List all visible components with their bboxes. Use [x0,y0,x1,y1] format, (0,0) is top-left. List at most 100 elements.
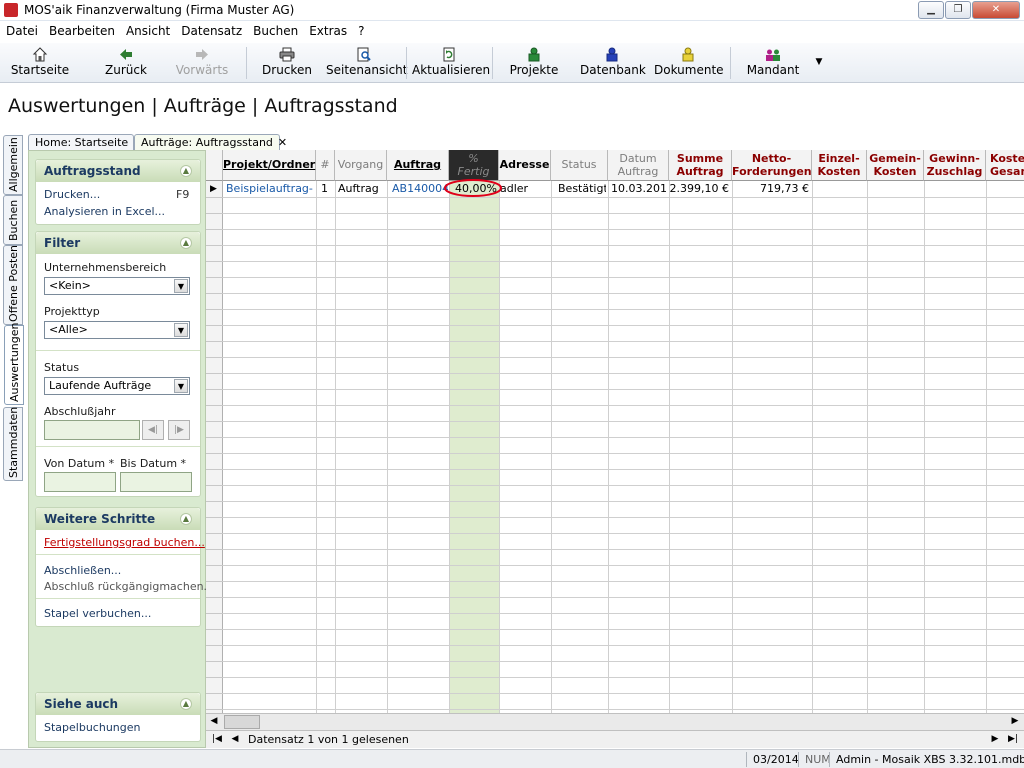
vtab-auswertungen[interactable]: Auswertungen [4,323,24,405]
header-order-date[interactable]: Datum Auftrag [608,150,669,181]
scroll-left-icon[interactable]: ◀ [207,714,221,729]
header-address[interactable]: Adresse [499,150,551,181]
status-bar: 03/2014 NUM Admin - Mosaik XBS 3.32.101.… [0,749,1024,768]
status-select[interactable]: Laufende Aufträge ▼ [44,377,190,395]
header-single-costs[interactable]: Einzel- Kosten [812,150,867,181]
next-year-icon[interactable]: |▶ [168,420,190,440]
grid-row-line [223,229,1024,230]
chevron-down-icon[interactable]: ▼ [174,323,188,337]
printer-icon [279,47,295,62]
menu-help[interactable]: ? [352,21,369,38]
row-selector-line [206,693,223,694]
panel-header[interactable]: Filter ▲ [36,232,200,254]
grid-row-line [223,421,1024,422]
scroll-thumb[interactable] [224,715,260,729]
row-selector-line [206,261,223,262]
header-process[interactable]: Vorgang [335,150,387,181]
previous-record-icon[interactable]: ◀ [228,732,242,747]
minimize-button[interactable]: ▁ [918,1,944,19]
to-date-input[interactable] [120,472,192,492]
grid-row-line [223,213,1024,214]
close-button[interactable]: ✕ [972,1,1020,19]
previous-year-icon[interactable]: ◀| [142,420,164,440]
forward-button[interactable]: Vorwärts [172,45,232,81]
vtab-allgemein[interactable]: Allgemein [3,135,23,195]
close-order-link[interactable]: Abschließen... [44,564,121,577]
first-record-icon[interactable]: |◀ [210,732,224,747]
collapse-icon[interactable]: ▲ [180,698,192,710]
menu-datensatz[interactable]: Datensatz [175,21,247,38]
undo-close-link[interactable]: Abschluß rückgängigmachen... [44,580,214,593]
client-button[interactable]: Mandant [744,45,802,81]
print-link[interactable]: Drucken... [44,188,100,201]
header-order-sum[interactable]: Summe Auftrag [669,150,732,181]
client-dropdown-icon[interactable]: ▼ [812,45,826,81]
menu-bearbeiten[interactable]: Bearbeiten [43,21,120,38]
cell-process: Auftrag [338,182,379,195]
refresh-button[interactable]: Aktualisieren [412,45,490,81]
unit-label: Unternehmensbereich [44,261,167,274]
toolbar-separator [492,47,493,79]
type-select[interactable]: <Alle> ▼ [44,321,190,339]
title-bar: MOS'aik Finanzverwaltung (Firma Muster A… [0,0,1024,21]
row-selector-line [206,661,223,662]
projects-button[interactable]: Projekte [506,45,562,81]
documents-button[interactable]: Dokumente [654,45,724,81]
row-selector-line [206,549,223,550]
menu-datei[interactable]: Datei [0,21,43,38]
header-order[interactable]: Auftrag [387,150,449,181]
last-record-icon[interactable]: ▶| [1006,732,1020,747]
back-button[interactable]: Zurück [96,45,156,81]
header-status[interactable]: Status [551,150,608,181]
from-date-input[interactable] [44,472,116,492]
panel-header[interactable]: Auftragsstand ▲ [36,160,200,182]
grid-row-line [223,597,1024,598]
cell-order-sum: 2.399,10 € [669,182,729,195]
header-total-costs[interactable]: KosteGesam [986,150,1024,181]
collapse-icon[interactable]: ▲ [180,513,192,525]
header-percent-done[interactable]: % Fertig [449,150,499,181]
cell-order-date: 10.03.2014 [611,182,667,195]
tab-close-icon[interactable]: ✕ [278,136,287,149]
menu-buchen[interactable]: Buchen [247,21,303,38]
collapse-icon[interactable]: ▲ [180,165,192,177]
cell-project[interactable]: Beispielauftrag-1 [226,181,314,197]
chevron-down-icon[interactable]: ▼ [174,379,188,393]
database-button[interactable]: Datenbank [580,45,646,81]
year-input[interactable] [44,420,140,440]
header-common-costs[interactable]: Gemein- Kosten [867,150,924,181]
menu-ansicht[interactable]: Ansicht [120,21,175,38]
row-selector-line [206,245,223,246]
tab-home[interactable]: Home: Startseite [28,134,134,151]
menu-extras[interactable]: Extras [303,21,352,38]
vtab-buchen[interactable]: Buchen [3,195,23,245]
chevron-down-icon[interactable]: ▼ [174,279,188,293]
excel-link[interactable]: Analysieren in Excel... [44,205,165,218]
header-number[interactable]: # [316,150,335,181]
vtab-offene-posten[interactable]: Offene Posten [3,245,23,325]
header-net-receivables[interactable]: Netto- Forderungen [732,150,812,181]
header-project[interactable]: Projekt/Ordner [223,150,316,181]
row-selector-line [206,293,223,294]
scroll-right-icon[interactable]: ▶ [1008,714,1022,729]
home-button[interactable]: Startseite [8,45,72,81]
unit-select[interactable]: <Kein> ▼ [44,277,190,295]
next-record-icon[interactable]: ▶ [988,732,1002,747]
maximize-button[interactable]: ❐ [945,1,971,19]
cell-net-receivables: 719,73 € [760,182,809,195]
horizontal-scrollbar[interactable]: ◀ ▶ [206,713,1024,730]
cell-order[interactable]: AB140004 [392,181,448,197]
preview-button[interactable]: Seitenansicht [326,45,407,81]
panel-header[interactable]: Siehe auch ▲ [36,693,200,715]
print-button[interactable]: Drucken [260,45,314,81]
tab-auftragsstand[interactable]: Aufträge: Auftragsstand ✕ [134,134,287,151]
header-corner [206,150,223,181]
book-progress-link[interactable]: Fertigstellungsgrad buchen... [44,536,205,549]
collapse-icon[interactable]: ▲ [180,237,192,249]
vtab-stammdaten[interactable]: Stammdaten [3,407,23,481]
batch-post-link[interactable]: Stapel verbuchen... [44,607,151,620]
divider [36,598,200,599]
panel-header[interactable]: Weitere Schritte ▲ [36,508,200,530]
header-profit-markup[interactable]: Gewinn- Zuschlag [924,150,986,181]
batch-bookings-link[interactable]: Stapelbuchungen [44,721,140,734]
